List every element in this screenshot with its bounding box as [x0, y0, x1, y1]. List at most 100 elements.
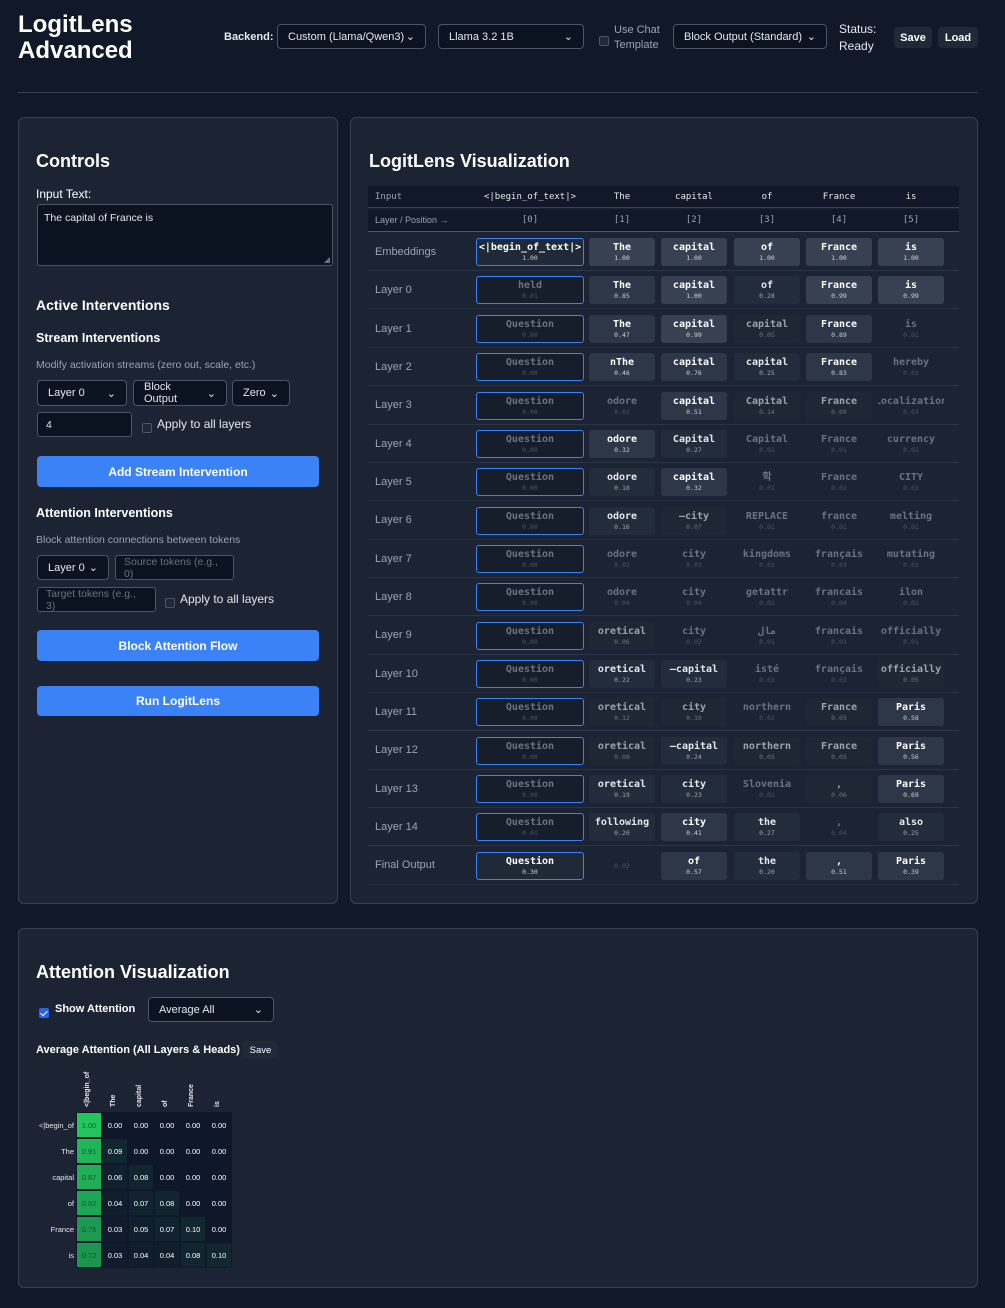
heatmap-cell[interactable]: 0.00 — [128, 1112, 154, 1138]
heatmap-save-button[interactable]: Save — [243, 1041, 278, 1059]
prediction-cell[interactable]: Capital 0.14 — [734, 392, 800, 420]
prediction-cell[interactable]: isté 0.03 — [734, 660, 800, 688]
heatmap-cell[interactable]: 0.00 — [154, 1112, 180, 1138]
prediction-cell[interactable]: Question 0.00 — [476, 737, 584, 765]
prediction-cell[interactable]: mutating 0.01 — [878, 545, 944, 573]
prediction-cell[interactable]: Capital 0.02 — [734, 430, 800, 458]
heatmap-cell[interactable]: 0.08 — [154, 1190, 180, 1216]
prediction-cell[interactable]: city 0.41 — [661, 813, 727, 841]
prediction-cell[interactable]: —city 0.07 — [661, 507, 727, 535]
prediction-cell[interactable]: Question 0.00 — [476, 545, 584, 573]
prediction-cell[interactable]: , 0.06 — [806, 775, 872, 803]
prediction-cell[interactable]: northern 0.05 — [734, 737, 800, 765]
prediction-cell[interactable]: France 0.83 — [806, 353, 872, 381]
prediction-cell[interactable]: Question 0.00 — [476, 468, 584, 496]
prediction-cell[interactable]: hereby 0.01 — [878, 353, 944, 381]
prediction-cell[interactable]: oretical 0.08 — [589, 737, 655, 765]
prediction-cell[interactable]: city 0.10 — [661, 698, 727, 726]
prediction-cell[interactable]: France 0.02 — [806, 468, 872, 496]
prediction-cell[interactable]: kingdoms 0.01 — [734, 545, 800, 573]
heatmap-cell[interactable]: 0.07 — [128, 1190, 154, 1216]
prediction-cell[interactable]: Question 0.00 — [476, 353, 584, 381]
heatmap-cell[interactable]: 0.00 — [206, 1138, 232, 1164]
prediction-cell[interactable]: odore 0.18 — [589, 468, 655, 496]
block-attention-flow-button[interactable]: Block Attention Flow — [37, 630, 319, 661]
stream-value-input[interactable]: 4 — [37, 412, 132, 437]
prediction-cell[interactable]: France 0.01 — [806, 430, 872, 458]
heatmap-cell[interactable]: 0.10 — [180, 1216, 206, 1242]
prediction-cell[interactable]: capital 0.76 — [661, 353, 727, 381]
prediction-cell[interactable]: of 0.28 — [734, 276, 800, 304]
prediction-cell[interactable]: 0.02 — [589, 852, 655, 880]
prediction-cell[interactable]: Paris 0.39 — [878, 852, 944, 880]
prediction-cell[interactable]: The 0.85 — [589, 276, 655, 304]
prediction-cell[interactable]: nThe 0.46 — [589, 353, 655, 381]
prediction-cell[interactable]: Slovenia 0.02 — [734, 775, 800, 803]
heatmap-cell[interactable]: 0.87 — [76, 1164, 102, 1190]
heatmap-cell[interactable]: 0.00 — [206, 1190, 232, 1216]
prediction-cell[interactable]: is 0.01 — [878, 315, 944, 343]
prediction-cell[interactable]: Paris 0.56 — [878, 737, 944, 765]
prediction-cell[interactable]: Question 0.00 — [476, 315, 584, 343]
prediction-cell[interactable]: français 0.03 — [806, 545, 872, 573]
prediction-cell[interactable]: capital 0.25 — [734, 353, 800, 381]
prediction-cell[interactable]: —capital 0.24 — [661, 737, 727, 765]
model-select[interactable]: Llama 3.2 1B ⌄ — [438, 24, 584, 49]
prediction-cell[interactable]: France 0.99 — [806, 276, 872, 304]
prediction-cell[interactable]: The 1.00 — [589, 238, 655, 266]
prediction-cell[interactable]: —capital 0.23 — [661, 660, 727, 688]
prediction-cell[interactable]: Question 0.00 — [476, 660, 584, 688]
prediction-cell[interactable]: , 0.51 — [806, 852, 872, 880]
prediction-cell[interactable]: Question 0.00 — [476, 507, 584, 535]
prediction-cell[interactable]: the 0.27 — [734, 813, 800, 841]
prediction-cell[interactable]: the 0.20 — [734, 852, 800, 880]
heatmap-cell[interactable]: 0.09 — [102, 1138, 128, 1164]
load-button[interactable]: Load — [938, 27, 978, 48]
prediction-cell[interactable]: Paris 0.58 — [878, 698, 944, 726]
attn-layer-select[interactable]: Layer 0 ⌄ — [37, 555, 109, 580]
prediction-cell[interactable]: odore 0.02 — [589, 392, 655, 420]
chat-template-checkbox[interactable] — [599, 32, 609, 50]
prediction-cell[interactable]: 학 0.01 — [734, 468, 800, 496]
heatmap-cell[interactable]: 0.00 — [180, 1190, 206, 1216]
prediction-cell[interactable]: Question 0.00 — [476, 698, 584, 726]
prediction-cell[interactable]: city 0.03 — [661, 545, 727, 573]
heatmap-cell[interactable]: 0.00 — [102, 1112, 128, 1138]
prediction-cell[interactable]: REPLACE 0.01 — [734, 507, 800, 535]
prediction-cell[interactable]: odore 0.32 — [589, 430, 655, 458]
prediction-cell[interactable]: oretical 0.22 — [589, 660, 655, 688]
prediction-cell[interactable]: capital 0.99 — [661, 315, 727, 343]
prediction-cell[interactable]: capital 0.51 — [661, 392, 727, 420]
prediction-cell[interactable]: capital 1.00 — [661, 238, 727, 266]
heatmap-cell[interactable]: 0.75 — [76, 1216, 102, 1242]
prediction-cell[interactable]: Question 0.00 — [476, 583, 584, 611]
heatmap-cell[interactable]: 0.00 — [206, 1112, 232, 1138]
prediction-cell[interactable]: city 0.04 — [661, 583, 727, 611]
prediction-cell[interactable]: oretical 0.12 — [589, 698, 655, 726]
prediction-cell[interactable]: oretical 0.19 — [589, 775, 655, 803]
backend-select[interactable]: Custom (Llama/Qwen3) ⌄ — [277, 24, 426, 49]
heatmap-cell[interactable]: 0.03 — [102, 1216, 128, 1242]
prediction-cell[interactable]: officially 0.05 — [878, 660, 944, 688]
mode-select[interactable]: Block Output (Standard) ⌄ — [673, 24, 827, 49]
heatmap-cell[interactable]: 0.04 — [102, 1190, 128, 1216]
prediction-cell[interactable]: , 0.04 — [806, 813, 872, 841]
prediction-cell[interactable]: ilon 0.02 — [878, 583, 944, 611]
heatmap-cell[interactable]: 0.00 — [180, 1138, 206, 1164]
heatmap-cell[interactable]: 0.00 — [180, 1164, 206, 1190]
prediction-cell[interactable]: Capital 0.27 — [661, 430, 727, 458]
heatmap-cell[interactable]: 0.04 — [154, 1242, 180, 1268]
heatmap-cell[interactable]: 0.00 — [154, 1138, 180, 1164]
stream-component-select[interactable]: Block Output ⌄ — [133, 380, 227, 406]
heatmap-cell[interactable]: 0.00 — [180, 1112, 206, 1138]
stream-apply-all-checkbox[interactable] — [142, 419, 152, 437]
prediction-cell[interactable]: of 1.00 — [734, 238, 800, 266]
prediction-cell[interactable]: held 0.01 — [476, 276, 584, 304]
heatmap-cell[interactable]: 0.00 — [206, 1216, 232, 1242]
heatmap-cell[interactable]: 0.03 — [102, 1242, 128, 1268]
heatmap-cell[interactable]: 0.08 — [180, 1242, 206, 1268]
prediction-cell[interactable]: CITY 0.03 — [878, 468, 944, 496]
heatmap-cell[interactable]: 0.10 — [206, 1242, 232, 1268]
prediction-cell[interactable]: is 1.00 — [878, 238, 944, 266]
prediction-cell[interactable]: France 0.09 — [806, 392, 872, 420]
